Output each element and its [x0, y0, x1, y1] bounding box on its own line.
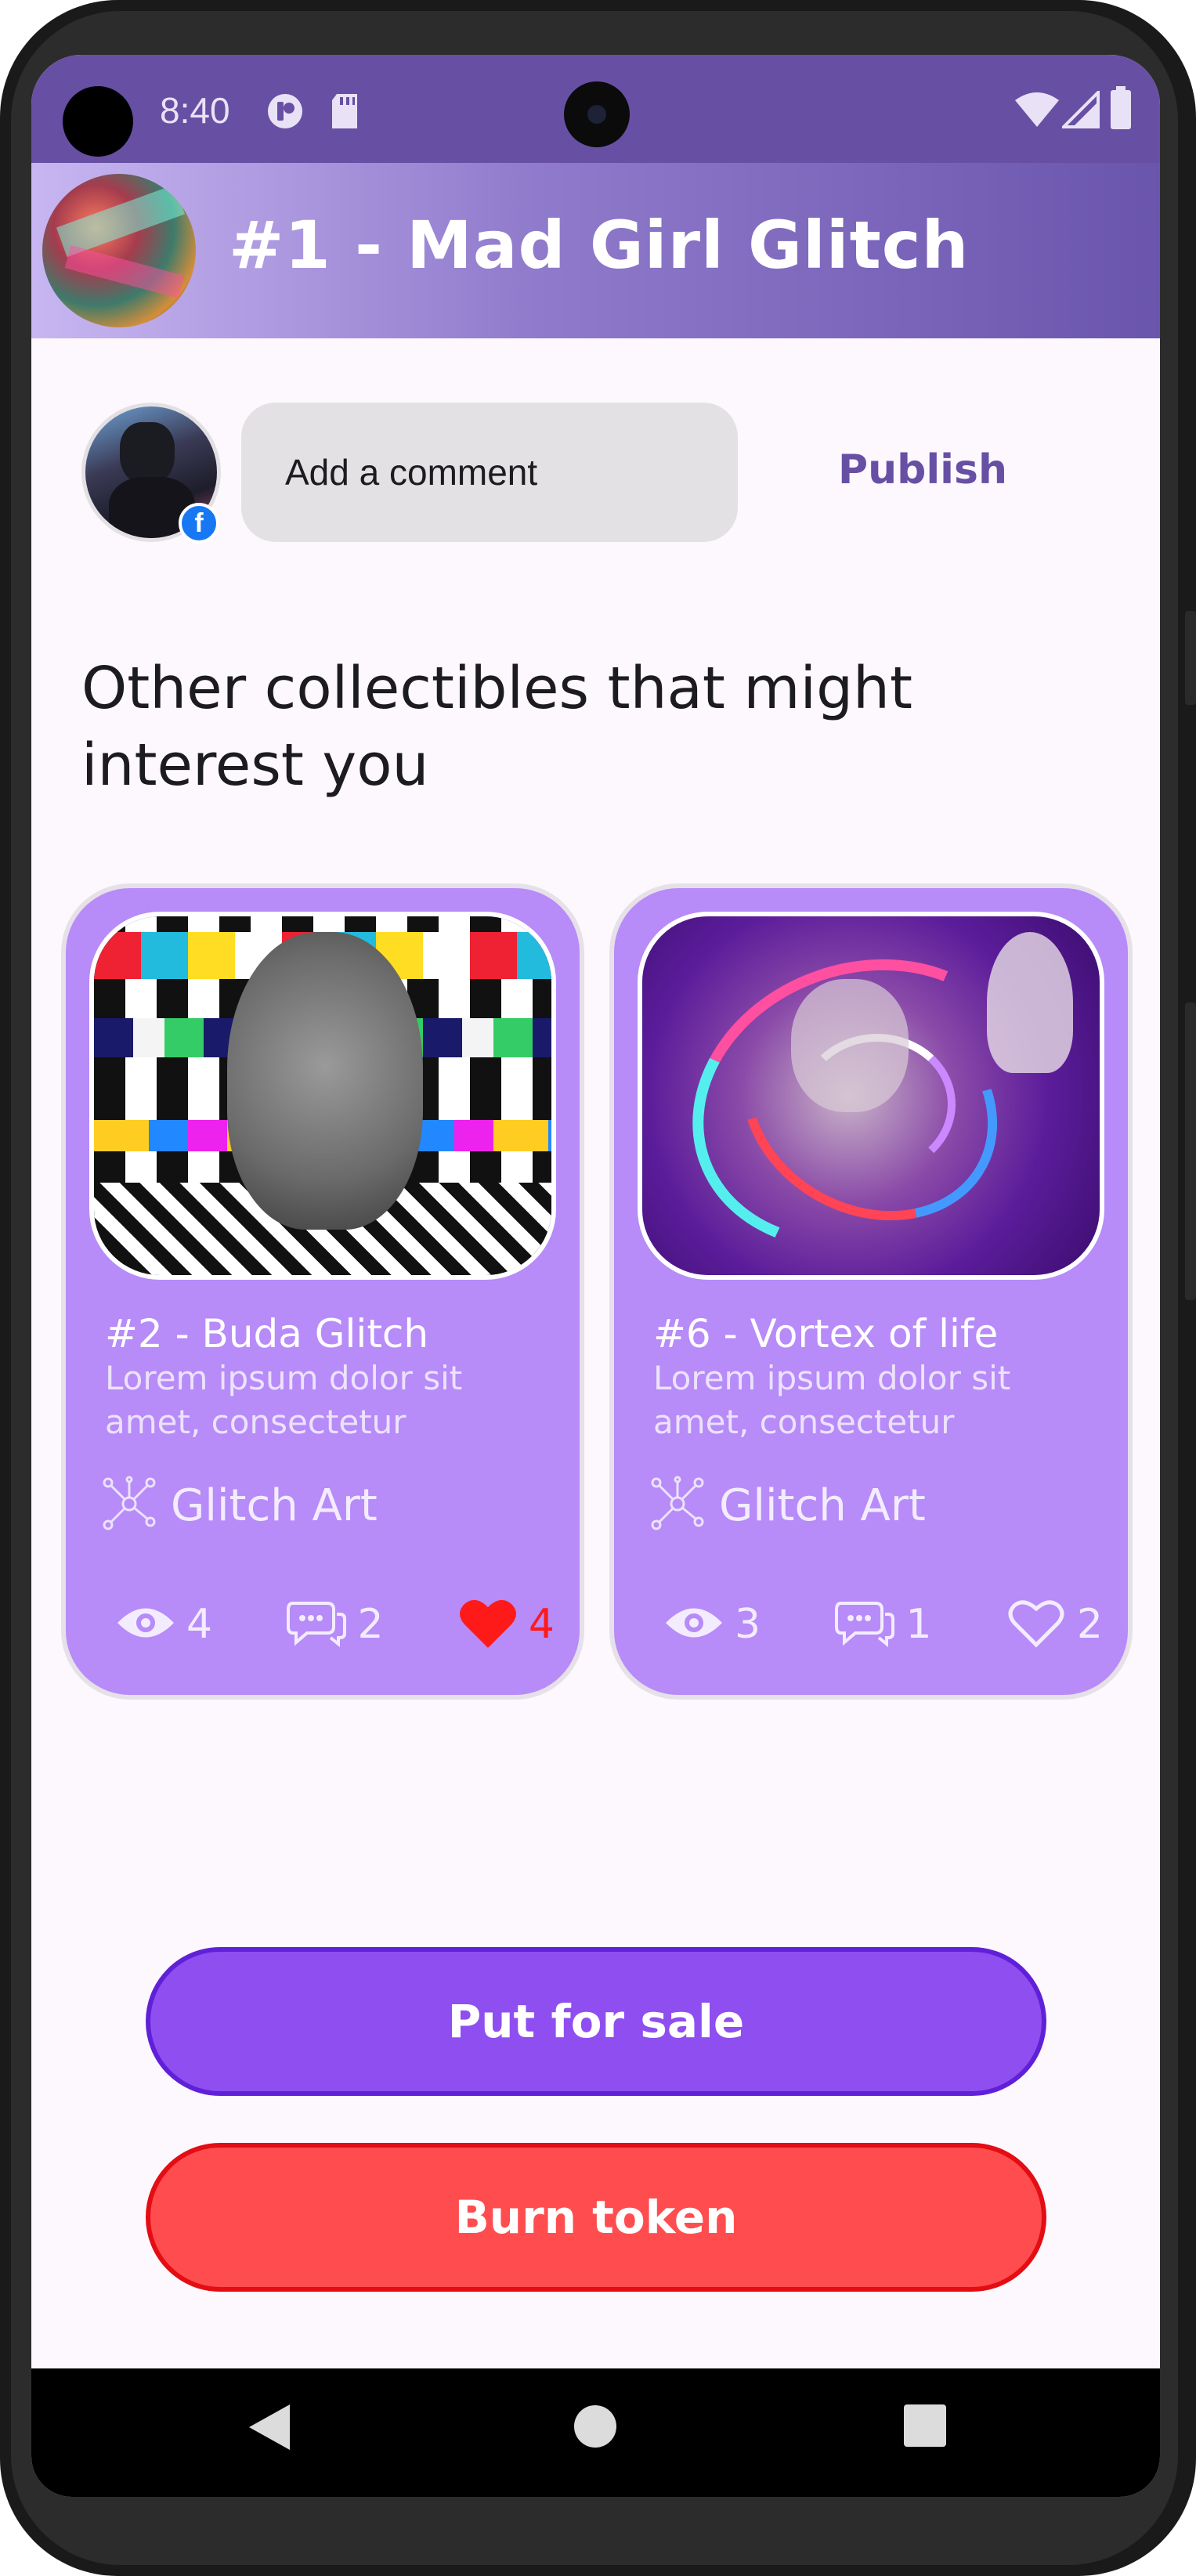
likes-stat[interactable]: 4 [458, 1596, 555, 1653]
heart-outline-icon[interactable] [1006, 1596, 1066, 1653]
signal-icon [1060, 89, 1100, 132]
app-bar: #1 - Mad Girl Glitch [31, 163, 1160, 338]
recents-icon[interactable] [902, 2403, 948, 2452]
phone-frame: 8:40 #1 - Mad Girl Glitch f Add a commen… [0, 0, 1196, 2576]
status-time: 8:40 [160, 90, 230, 131]
section-heading: Other collectibles that might interest y… [81, 655, 912, 799]
sd-card-icon [329, 92, 360, 134]
collectible-image[interactable] [638, 912, 1104, 1280]
buda-glitch-art [94, 916, 551, 1275]
page-title: #1 - Mad Girl Glitch [229, 207, 970, 284]
collectible-card[interactable]: #2 - Buda Glitch Lorem ipsum dolor sit a… [61, 883, 584, 1700]
wifi-icon [1014, 91, 1061, 132]
comments-count: 2 [357, 1601, 384, 1648]
comments-stat[interactable]: 1 [835, 1599, 932, 1651]
views-stat: 3 [664, 1601, 761, 1648]
eye-icon [664, 1603, 724, 1646]
battery-icon [1109, 86, 1133, 134]
card-stats: 3 1 2 [664, 1593, 1103, 1656]
card-stats: 4 2 4 [116, 1593, 555, 1656]
back-icon[interactable] [246, 2401, 293, 2457]
comment-icon [835, 1599, 895, 1651]
volume-button [1185, 1003, 1196, 1300]
eye-icon [116, 1603, 175, 1646]
comments-stat[interactable]: 2 [287, 1599, 384, 1651]
camera-cutout-left [63, 86, 133, 157]
put-for-sale-button[interactable]: Put for sale [146, 1947, 1046, 2096]
comments-count: 1 [905, 1601, 932, 1648]
likes-count: 4 [528, 1601, 555, 1648]
views-count: 4 [186, 1601, 213, 1648]
likes-stat[interactable]: 2 [1006, 1596, 1103, 1653]
comment-input[interactable] [241, 403, 738, 542]
home-icon[interactable] [572, 2403, 619, 2454]
front-camera [564, 81, 630, 147]
card-category: Glitch Art [100, 1474, 378, 1537]
collectible-image[interactable] [89, 912, 556, 1280]
facebook-icon: f [179, 503, 219, 544]
buddha-face [227, 932, 423, 1230]
collectible-avatar[interactable] [42, 174, 196, 327]
views-count: 3 [735, 1601, 761, 1648]
collectible-card[interactable]: #6 - Vortex of life Lorem ipsum dolor si… [609, 883, 1133, 1700]
network-icon [100, 1475, 158, 1537]
card-title: #2 - Buda Glitch [105, 1311, 429, 1357]
card-description: Lorem ipsum dolor sit amet, consectetur [105, 1359, 463, 1441]
media-icon [266, 92, 304, 134]
card-description: Lorem ipsum dolor sit amet, consectetur [653, 1359, 1011, 1441]
status-bar: 8:40 [31, 55, 1160, 163]
network-icon [649, 1475, 706, 1537]
screen: 8:40 #1 - Mad Girl Glitch f Add a commen… [31, 55, 1160, 2497]
category-label: Glitch Art [171, 1479, 378, 1531]
comment-icon [287, 1599, 347, 1651]
card-title: #6 - Vortex of life [653, 1311, 999, 1357]
vortex-glitch-art [642, 916, 1100, 1275]
category-label: Glitch Art [719, 1479, 926, 1531]
card-category: Glitch Art [649, 1474, 926, 1537]
views-stat: 4 [116, 1601, 212, 1648]
burn-token-button[interactable]: Burn token [146, 2143, 1046, 2292]
power-button [1185, 611, 1196, 705]
publish-button[interactable]: Publish [838, 446, 1007, 493]
system-nav-bar [31, 2368, 1160, 2497]
likes-count: 2 [1076, 1601, 1103, 1648]
heart-filled-icon[interactable] [458, 1596, 518, 1653]
